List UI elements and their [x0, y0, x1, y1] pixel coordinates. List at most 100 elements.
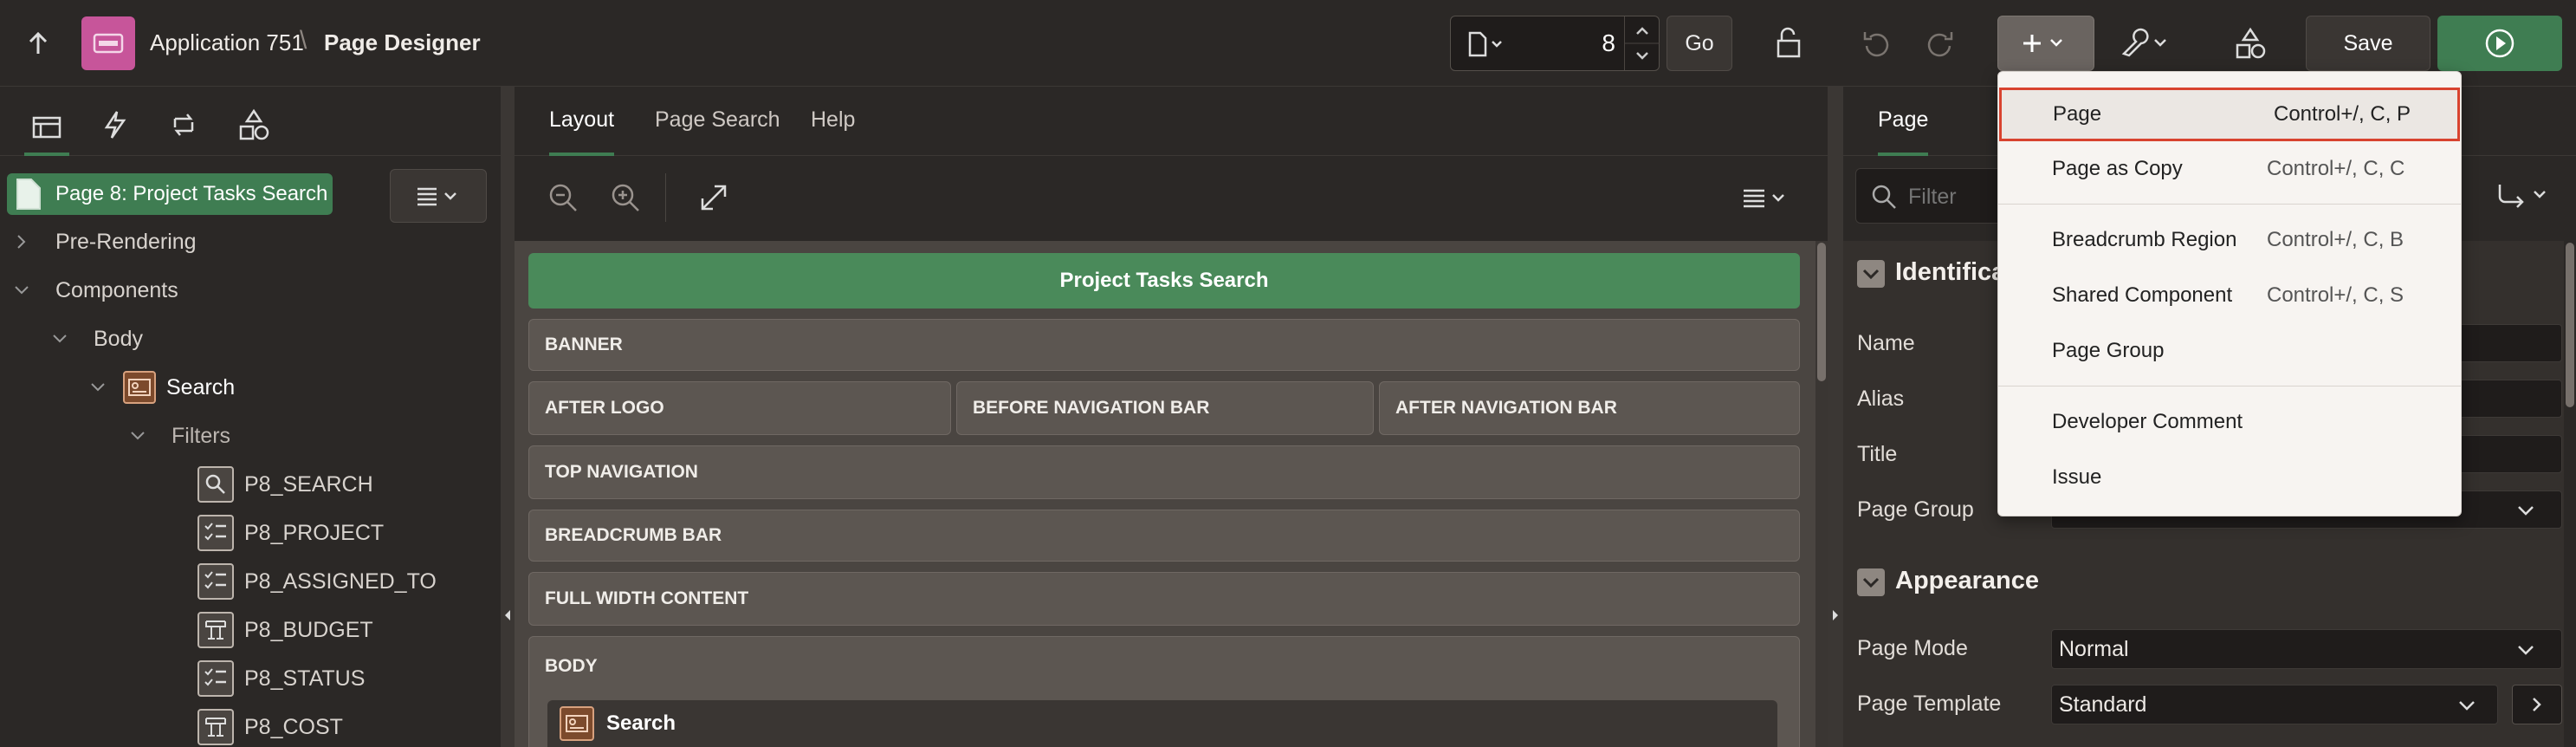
app-name[interactable]: Application 751	[150, 29, 304, 56]
range-facet-icon	[197, 709, 234, 745]
tree-item-label: Search	[166, 374, 236, 399]
collapse-right-icon[interactable]	[1828, 607, 1843, 624]
canvas-scroll-thumb[interactable]	[1817, 243, 1826, 381]
tree-item-components[interactable]: Components	[14, 269, 178, 312]
zoom-out-icon[interactable]	[544, 179, 582, 217]
tab-page-search[interactable]: Page Search	[655, 107, 780, 133]
region-before-nav[interactable]: BEFORE NAVIGATION BAR	[956, 381, 1374, 435]
properties-scroll-thumb[interactable]	[2566, 243, 2574, 407]
menu-divider	[1998, 204, 2461, 205]
region-label: AFTER LOGO	[545, 398, 664, 418]
tree-menu-button[interactable]	[390, 169, 487, 223]
tab-layout[interactable]: Layout	[549, 107, 615, 156]
page-header-region[interactable]: Project Tasks Search	[528, 253, 1800, 309]
rendering-tab[interactable]	[24, 102, 69, 156]
chevron-down-icon[interactable]	[52, 333, 68, 345]
dynamic-actions-tab[interactable]	[95, 106, 133, 144]
tree-item-p8-status[interactable]: P8_STATUS	[197, 657, 365, 700]
chevron-right-icon	[2533, 698, 2541, 711]
search-region-label: Search	[606, 711, 676, 735]
tree-item-body[interactable]: Body	[52, 317, 143, 361]
region-label: BANNER	[545, 335, 623, 354]
checkbox-facet-icon	[197, 515, 234, 551]
expand-icon[interactable]	[695, 179, 733, 217]
page-tree-node[interactable]: Page 8: Project Tasks Search	[7, 173, 333, 215]
tree-item-p8-assigned-to[interactable]: P8_ASSIGNED_TO	[197, 560, 437, 603]
tab-help[interactable]: Help	[811, 107, 855, 133]
page-icon[interactable]	[1460, 27, 1511, 62]
collapse-left-icon[interactable]	[501, 607, 515, 624]
page-template-select[interactable]: Standard	[2051, 685, 2498, 724]
region-label: BODY	[545, 656, 598, 676]
go-to-group-icon[interactable]	[2484, 173, 2562, 218]
alias-label: Alias	[1857, 386, 1905, 411]
tree-item-pre-rendering[interactable]: Pre-Rendering	[16, 220, 197, 263]
menu-item-page-group[interactable]: Page Group	[1998, 323, 2461, 379]
menu-item-label: Issue	[2052, 465, 2102, 489]
region-breadcrumb[interactable]: BREADCRUMB BAR	[528, 510, 1800, 562]
tree-item-p8-cost[interactable]: P8_COST	[197, 705, 343, 747]
menu-item-developer-comment[interactable]: Developer Comment	[1998, 394, 2461, 450]
tree-item-label: Filters	[172, 423, 231, 448]
menu-item-shortcut: Control+/, C, B	[2267, 228, 2404, 251]
region-label: BEFORE NAVIGATION BAR	[973, 398, 1210, 418]
chevron-down-icon[interactable]	[130, 430, 146, 442]
tab-page[interactable]: Page	[1878, 107, 1929, 156]
appearance-section-toggle[interactable]	[1857, 568, 1885, 596]
properties-scrollbar[interactable]	[2564, 241, 2576, 747]
page-number-input[interactable]	[1529, 25, 1615, 62]
identification-section-toggle[interactable]	[1857, 260, 1885, 288]
shared-components-icon[interactable]	[2231, 23, 2269, 64]
shared-components-tab[interactable]	[234, 104, 274, 146]
menu-item-breadcrumb-region[interactable]: Breadcrumb Region Control+/, C, B	[1998, 212, 2461, 268]
chevron-down-icon[interactable]	[90, 381, 106, 393]
chevron-down-icon[interactable]	[14, 284, 29, 296]
go-button[interactable]: Go	[1667, 16, 1732, 71]
menu-item-page-as-copy[interactable]: Page as Copy Control+/, C, C	[1998, 141, 2461, 197]
left-splitter[interactable]	[501, 87, 515, 747]
page-mode-select[interactable]: Normal	[2051, 629, 2562, 669]
zoom-in-icon[interactable]	[606, 179, 644, 217]
chevron-right-icon[interactable]	[16, 234, 28, 250]
region-after-logo[interactable]: AFTER LOGO	[528, 381, 951, 435]
center-panel: Layout Page Search Help Project Tasks Se…	[515, 87, 1828, 747]
region-top-nav[interactable]: TOP NAVIGATION	[528, 445, 1800, 499]
menu-item-issue[interactable]: Issue	[1998, 450, 2461, 505]
back-arrow-icon[interactable]	[23, 28, 54, 59]
undo-icon[interactable]	[1857, 24, 1895, 62]
search-region-block[interactable]: Search	[547, 700, 1777, 747]
create-button[interactable]	[1997, 16, 2094, 71]
lock-icon[interactable]	[1770, 24, 1809, 62]
utilities-wrench-icon[interactable]	[2113, 19, 2179, 68]
region-after-nav[interactable]: AFTER NAVIGATION BAR	[1379, 381, 1800, 435]
tree-item-p8-project[interactable]: P8_PROJECT	[197, 511, 384, 555]
canvas-scrollbar[interactable]	[1815, 241, 1828, 747]
run-button[interactable]	[2437, 16, 2562, 71]
app-icon[interactable]	[81, 16, 135, 70]
tree-item-p8-search[interactable]: P8_SEARCH	[197, 463, 373, 506]
page-title: Page Designer	[324, 29, 481, 55]
layout-menu-button[interactable]	[1734, 179, 1796, 217]
processing-tab[interactable]	[165, 106, 203, 144]
tree-item-label: Body	[94, 326, 143, 351]
menu-item-shared-component[interactable]: Shared Component Control+/, C, S	[1998, 268, 2461, 323]
page-template-go-button[interactable]	[2512, 685, 2562, 724]
tree-item-search[interactable]: Search	[90, 366, 235, 409]
menu-item-label: Developer Comment	[2052, 410, 2243, 433]
tree-item-filters[interactable]: Filters	[130, 414, 230, 458]
right-splitter[interactable]	[1828, 87, 1843, 747]
region-full-width[interactable]: FULL WIDTH CONTENT	[528, 572, 1800, 626]
page-stepper[interactable]	[1624, 16, 1660, 70]
region-label: TOP NAVIGATION	[545, 462, 698, 482]
menu-item-label: Shared Component	[2052, 283, 2233, 307]
redo-icon[interactable]	[1921, 24, 1959, 62]
tree-item-p8-budget[interactable]: P8_BUDGET	[197, 608, 373, 652]
layout-canvas: Project Tasks Search BANNER AFTER LOGO B…	[515, 241, 1828, 747]
search-region-icon	[123, 371, 156, 404]
menu-item-page[interactable]: Page Control+/, C, P	[1999, 88, 2460, 141]
region-banner[interactable]: BANNER	[528, 319, 1800, 371]
save-button[interactable]: Save	[2306, 16, 2430, 71]
page-selector[interactable]	[1450, 16, 1660, 71]
menu-item-label: Page as Copy	[2052, 157, 2183, 180]
search-facet-icon	[197, 466, 234, 503]
